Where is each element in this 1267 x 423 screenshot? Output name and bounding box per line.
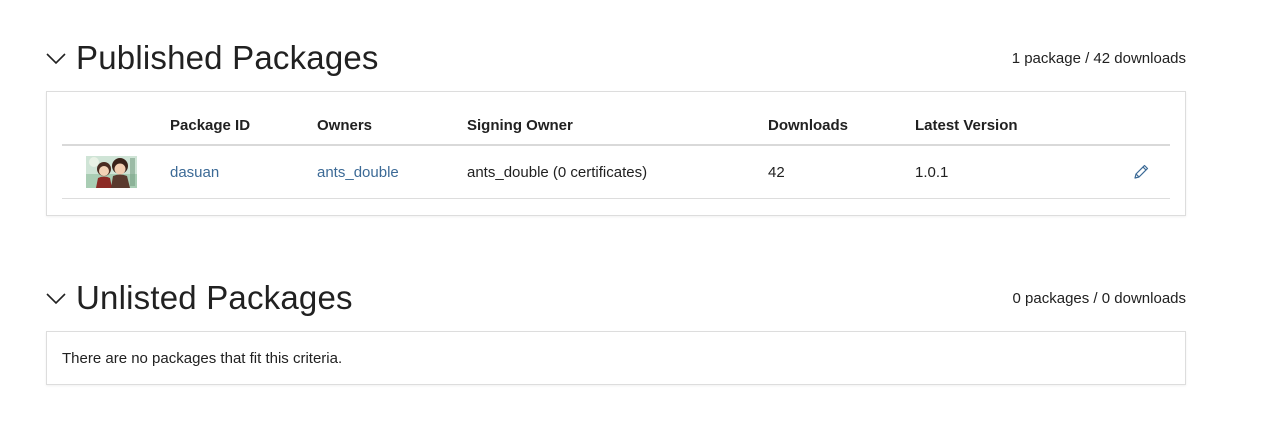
package-id-link[interactable]: dasuan [170,164,219,181]
column-header-icon [62,106,170,146]
package-icon-cell [62,145,170,199]
downloads-cell: 42 [768,145,915,199]
published-packages-panel: Package ID Owners Signing Owner Download… [46,91,1186,216]
column-header-package-id: Package ID [170,106,317,146]
column-header-latest-version: Latest Version [915,106,1085,146]
table-header-row: Package ID Owners Signing Owner Download… [62,106,1170,146]
empty-state-message: There are no packages that fit this crit… [62,350,343,367]
signing-owner-cell: ants_double (0 certificates) [467,145,768,199]
pencil-icon[interactable] [1132,163,1150,181]
actions-cell [1085,145,1170,199]
package-id-cell: dasuan [170,145,317,199]
unlisted-packages-header: Unlisted Packages 0 packages / 0 downloa… [44,278,1186,322]
unlisted-packages-title: Unlisted Packages [76,279,353,316]
column-header-actions [1085,106,1170,146]
unlisted-packages-stats: 0 packages / 0 downloads [1012,290,1186,307]
package-icon [86,156,137,188]
published-packages-title: Published Packages [76,39,379,76]
unlisted-packages-panel: There are no packages that fit this crit… [46,331,1186,385]
published-packages-stats: 1 package / 42 downloads [1011,50,1186,67]
column-header-downloads: Downloads [768,106,915,146]
column-header-owners: Owners [317,106,467,146]
published-packages-header: Published Packages 1 package / 42 downlo… [44,38,1186,82]
chevron-down-icon[interactable] [44,286,68,310]
latest-version-cell: 1.0.1 [915,145,1085,199]
owners-cell: ants_double [317,145,467,199]
column-header-signing-owner: Signing Owner [467,106,768,146]
table-row: dasuan ants_double ants_double (0 certif… [62,145,1170,199]
chevron-down-icon[interactable] [44,46,68,70]
packages-table: Package ID Owners Signing Owner Download… [62,106,1170,199]
owner-link[interactable]: ants_double [317,164,399,181]
